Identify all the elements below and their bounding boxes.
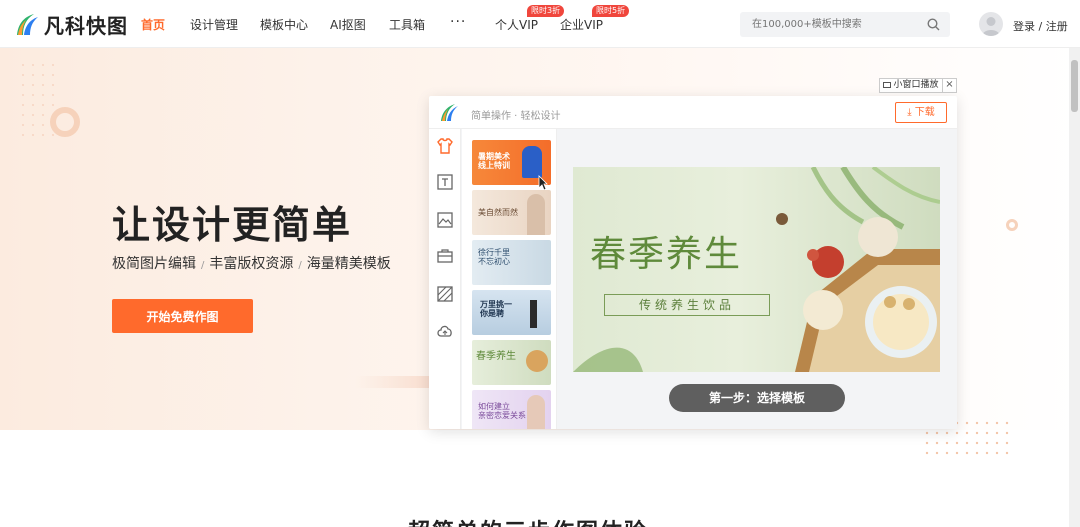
thumb-figure <box>522 146 542 178</box>
poster-subtitle: 传统养生饮品 <box>638 298 735 312</box>
feature-separator: / <box>298 260 302 271</box>
enterprise-vip-badge: 限时5折 <box>592 5 630 17</box>
decor-ring-small <box>1006 219 1018 231</box>
feature-templates: 海量精美模板 <box>306 256 391 272</box>
texture-icon[interactable] <box>436 285 454 303</box>
thumb-text: 徐行千里 不忘初心 <box>478 248 510 266</box>
step-label: 第一步：选择模板 <box>669 384 845 412</box>
scrollbar-thumb[interactable] <box>1071 60 1078 112</box>
download-label: 下载 <box>914 107 935 118</box>
mini-window-label: 小窗口播放 <box>893 80 939 90</box>
logo[interactable]: 凡科快图 <box>14 10 128 38</box>
demo-toolbar: 简单操作 · 轻松设计 ⤓ 下载 <box>429 96 957 129</box>
cloud-upload-icon[interactable] <box>436 322 454 340</box>
thumb-text: 如何建立 亲密恋爱关系 <box>478 402 526 420</box>
close-icon[interactable]: × <box>943 78 957 93</box>
text-icon[interactable] <box>436 173 454 191</box>
nav-toolbox[interactable]: 工具箱 <box>389 16 425 33</box>
personal-vip-badge: 限时3折 <box>527 5 565 17</box>
page-scrollbar[interactable] <box>1069 48 1080 527</box>
template-thumb[interactable]: 徐行千里 不忘初心 <box>472 240 551 285</box>
hero-title: 让设计更简单 <box>112 203 353 247</box>
logo-text: 凡科快图 <box>44 13 128 38</box>
search-icon[interactable] <box>927 18 940 31</box>
poster-title: 春季养生 <box>590 234 743 275</box>
template-thumbnail-list: 暑期美术 线上特训 美自然而然 徐行千里 不忘初心 万里挑一 你是聘 春季养生 如何建… <box>462 129 557 429</box>
avatar[interactable] <box>979 12 1003 36</box>
download-button[interactable]: ⤓ 下载 <box>895 102 947 123</box>
nav-template-center[interactable]: 模板中心 <box>260 16 308 33</box>
template-thumb[interactable]: 如何建立 亲密恋爱关系 <box>472 390 551 429</box>
nav-personal-vip[interactable]: 个人VIP <box>495 16 538 33</box>
thumb-figure <box>527 395 545 429</box>
template-thumb[interactable]: 万里挑一 你是聘 <box>472 290 551 335</box>
thumb-figure <box>527 194 545 235</box>
feature-copyright-resources: 丰富版权资源 <box>209 256 294 272</box>
mini-window-play-button[interactable]: 小窗口播放 <box>879 78 943 93</box>
template-thumb[interactable]: 春季养生 <box>472 340 551 385</box>
top-header: 凡科快图 首页 设计管理 模板中心 AI抠图 工具箱 ··· 个人VIP 限时3… <box>0 0 1080 48</box>
thumb-text: 春季养生 <box>476 351 516 362</box>
template-thumb[interactable]: 美自然而然 <box>472 190 551 235</box>
mini-window-icon <box>883 82 892 88</box>
briefcase-icon[interactable] <box>436 247 454 265</box>
user-icon <box>982 17 1000 36</box>
design-canvas: 春季养生 传统养生饮品 第一步：选择模板 <box>557 129 957 429</box>
search-box <box>740 12 950 37</box>
decor-ring <box>50 107 80 137</box>
feature-separator: / <box>201 260 205 271</box>
feature-easy-edit: 极简图片编辑 <box>112 256 196 272</box>
nav-more-icon[interactable]: ··· <box>450 14 466 30</box>
download-icon: ⤓ <box>907 107 912 118</box>
logo-icon <box>17 14 38 35</box>
content-section <box>0 430 1080 527</box>
tshirt-icon[interactable] <box>436 137 454 155</box>
start-free-design-button[interactable]: 开始免费作图 <box>112 299 253 333</box>
nav-design-manage[interactable]: 设计管理 <box>190 16 238 33</box>
demo-logo-icon <box>441 104 458 121</box>
cursor-icon <box>538 175 548 191</box>
image-icon[interactable] <box>436 211 454 229</box>
thumb-text: 美自然而然 <box>478 208 518 217</box>
demo-title: 简单操作 · 轻松设计 <box>471 111 561 122</box>
thumb-figure <box>526 350 548 372</box>
poster-subtitle-box: 传统养生饮品 <box>604 294 770 316</box>
nav-ai-cutout[interactable]: AI抠图 <box>330 16 366 33</box>
thumb-text: 万里挑一 你是聘 <box>480 300 512 318</box>
hero-features: 极简图片编辑 / 丰富版权资源 / 海量精美模板 <box>112 253 391 273</box>
demo-tool-sidebar <box>429 129 461 429</box>
nav-home[interactable]: 首页 <box>141 16 165 33</box>
thumb-text: 暑期美术 线上特训 <box>478 152 510 170</box>
section-title: 超简单的三步作图体验 <box>408 514 648 527</box>
decor-bar <box>355 376 435 388</box>
thumb-figure <box>530 300 537 328</box>
poster-preview[interactable]: 春季养生 传统养生饮品 <box>573 167 940 372</box>
login-register-link[interactable]: 登录 / 注册 <box>1013 18 1068 34</box>
search-input[interactable] <box>740 12 920 37</box>
nav-enterprise-vip[interactable]: 企业VIP <box>560 16 603 33</box>
demo-editor-window: 简单操作 · 轻松设计 ⤓ 下载 暑期美术 线上特训 美自然而然 徐行千里 不忘… <box>429 96 957 429</box>
